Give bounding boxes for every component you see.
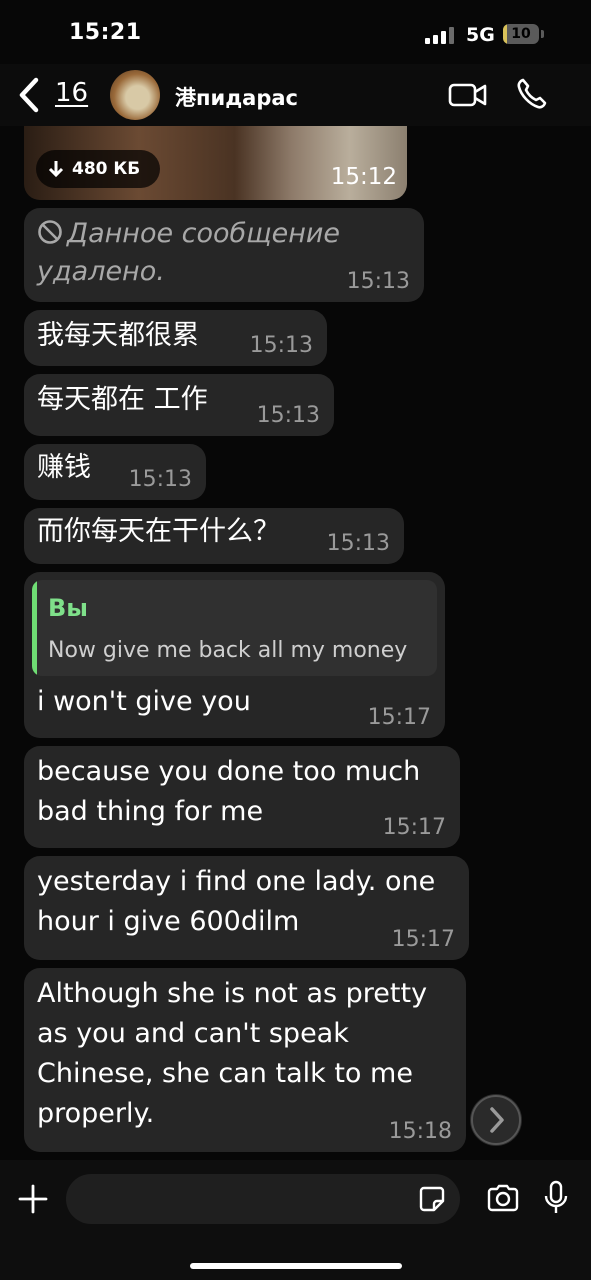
message-text: 我每天都很累: [37, 320, 199, 351]
sticker-icon[interactable]: [418, 1185, 446, 1213]
message-time: 15:13: [128, 467, 192, 492]
video-call-icon[interactable]: [448, 80, 488, 110]
phone-icon[interactable]: [515, 77, 549, 111]
forward-arrow-icon[interactable]: [470, 1094, 522, 1146]
contact-name[interactable]: 港пидарас: [175, 82, 298, 112]
message-line: as you and can't speak: [37, 1018, 349, 1049]
message-line: properly.: [37, 1098, 155, 1129]
media-message[interactable]: 480 КБ 15:12: [24, 126, 407, 200]
download-button[interactable]: 480 КБ: [36, 150, 160, 188]
message-text: 而你每天在干什么？: [37, 516, 280, 547]
message-time: 15:13: [346, 269, 410, 294]
quoted-message[interactable]: Вы Now give me back all my money: [32, 580, 437, 676]
avatar[interactable]: [110, 70, 160, 120]
message-bubble[interactable]: Although she is not as pretty as you and…: [24, 968, 466, 1152]
deleted-message[interactable]: Данное сообщение удалено. 15:13: [24, 208, 424, 302]
quote-accent-bar: [32, 580, 37, 676]
home-indicator: [190, 1263, 402, 1269]
quote-text: Now give me back all my money: [48, 638, 408, 663]
message-bubble[interactable]: 而你每天在干什么？ 15:13: [24, 508, 404, 564]
back-chevron-icon[interactable]: [18, 76, 58, 114]
message-line: because you done too much: [37, 756, 421, 787]
unread-count[interactable]: 16: [55, 78, 88, 108]
message-time: 15:13: [256, 403, 320, 428]
message-bubble[interactable]: yesterday i find one lady. one hour i gi…: [24, 856, 469, 960]
message-bubble[interactable]: 每天都在 工作 15:13: [24, 374, 334, 436]
message-time: 15:13: [249, 333, 313, 358]
quote-author: Вы: [48, 594, 88, 622]
message-line: yesterday i find one lady. one: [37, 866, 436, 897]
battery-level: 10: [511, 26, 531, 42]
message-text: yesterday i find one lady. one hour i gi…: [37, 862, 435, 942]
message-line: Chinese, she can talk to me: [37, 1058, 413, 1089]
plus-icon[interactable]: [18, 1184, 48, 1214]
microphone-icon[interactable]: [543, 1180, 569, 1216]
message-time: 15:13: [326, 531, 390, 556]
message-line: hour i give 600dilm: [37, 906, 300, 937]
chat-header: 16 港пидарас: [0, 64, 591, 126]
network-type: 5G: [466, 24, 495, 46]
download-icon: [48, 161, 64, 178]
file-size: 480 КБ: [72, 159, 141, 179]
message-text: Although she is not as pretty as you and…: [37, 974, 427, 1134]
message-bubble[interactable]: because you done too much bad thing for …: [24, 746, 460, 848]
message-text: Данное сообщение удалено.: [37, 215, 347, 291]
message-time: 15:12: [330, 164, 397, 190]
message-text: 每天都在 工作: [37, 384, 208, 415]
message-time: 15:17: [391, 927, 455, 952]
status-bar: 15:21 5G 10: [0, 0, 591, 64]
deleted-text: Данное сообщение удалено.: [37, 218, 341, 287]
signal-icon: [425, 26, 454, 44]
message-text: 赚钱: [37, 452, 91, 483]
message-line: bad thing for me: [37, 796, 264, 827]
composer-bar: [0, 1160, 591, 1280]
message-time: 15:17: [382, 815, 446, 840]
reply-message[interactable]: Вы Now give me back all my money i won't…: [24, 572, 445, 738]
message-list[interactable]: 480 КБ 15:12 Данное сообщение удалено. 1…: [0, 126, 591, 1160]
message-bubble[interactable]: 赚钱 15:13: [24, 444, 206, 500]
message-text: because you done too much bad thing for …: [37, 752, 420, 832]
battery-icon: 10: [503, 24, 539, 44]
message-input[interactable]: [66, 1174, 460, 1224]
message-time: 15:17: [367, 705, 431, 730]
message-line: Although she is not as pretty: [37, 978, 428, 1009]
status-time: 15:21: [69, 20, 142, 45]
camera-icon[interactable]: [486, 1183, 520, 1213]
message-bubble[interactable]: 我每天都很累 15:13: [24, 310, 327, 366]
battery-tip: [541, 30, 544, 38]
message-text: i won't give you: [37, 686, 251, 717]
message-time: 15:18: [388, 1119, 452, 1144]
prohibited-icon: [38, 220, 62, 244]
